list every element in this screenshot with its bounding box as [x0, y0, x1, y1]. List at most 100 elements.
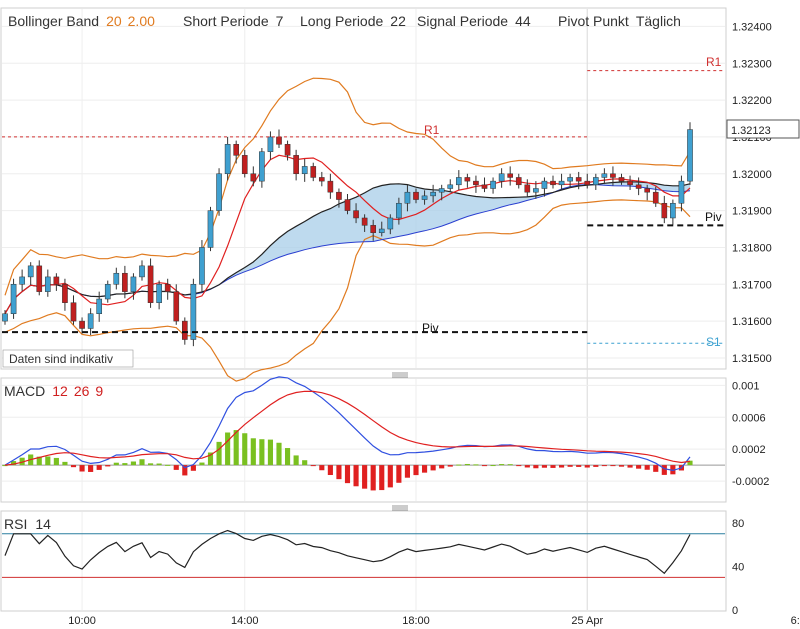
s1-label-day2: S1: [706, 335, 721, 349]
r1-label-day1: R1: [424, 123, 440, 137]
legend-macd[interactable]: MACD 12 26 9: [4, 383, 103, 399]
macd-histogram-bar: [430, 465, 436, 471]
x-tick-label: 10:00: [68, 615, 96, 627]
macd-histogram-bar: [336, 465, 342, 480]
macd-histogram-bar: [618, 465, 625, 467]
macd-histogram-bar: [173, 465, 179, 470]
macd-histogram-bar: [88, 465, 94, 472]
macd-histogram-bar: [319, 465, 325, 471]
macd-histogram-bar: [524, 465, 530, 468]
candle-body: [678, 180, 685, 204]
candle-body: [301, 166, 308, 175]
legend-long-periode[interactable]: Long Periode 22: [300, 13, 406, 29]
legend-short-periode[interactable]: Short Periode 7: [183, 13, 284, 29]
candle-body: [44, 276, 51, 292]
candle-body: [224, 144, 231, 175]
splitter-handle-2[interactable]: [392, 505, 408, 511]
candle-body: [404, 191, 411, 204]
rsi-tick-label: 80: [732, 518, 744, 530]
macd-histogram-bar: [387, 465, 393, 488]
macd-histogram-bar: [370, 465, 376, 491]
candle-body: [558, 180, 565, 186]
splitter-handle-1[interactable]: [392, 372, 408, 378]
macd-histogram-bar: [276, 442, 282, 466]
candle-body: [207, 210, 214, 248]
candle-body: [113, 272, 120, 285]
candle-body: [259, 151, 265, 182]
macd-tick-label: 0.001: [732, 380, 760, 392]
macd-histogram-bar: [567, 465, 573, 467]
price-panel-frame: [0, 7, 727, 370]
macd-histogram-bar: [601, 465, 607, 467]
legend-bollinger[interactable]: Bollinger Band 20 2.00: [8, 13, 155, 29]
candle-body: [36, 265, 43, 292]
candle-body: [447, 184, 454, 189]
macd-tick-label: 0.0002: [732, 444, 766, 456]
macd-histogram-bar: [216, 441, 222, 466]
candle-body: [122, 272, 128, 292]
candle-body: [507, 173, 514, 178]
macd-histogram-bar: [516, 465, 522, 467]
candle-body: [635, 184, 642, 189]
macd-histogram-bar: [593, 465, 599, 467]
rsi-panel-frame: [0, 510, 727, 612]
candle-body: [610, 173, 616, 178]
macd-histogram-bar: [550, 465, 556, 468]
macd-histogram-bar: [122, 463, 128, 466]
r1-label-day2: R1: [706, 55, 722, 69]
macd-histogram-bar: [413, 465, 419, 476]
macd-histogram-bar: [490, 465, 496, 467]
candle-body: [241, 155, 248, 175]
macd-histogram-bar: [447, 465, 453, 467]
legend-pivot-punkt[interactable]: Pivot Punkt Täglich: [558, 13, 681, 29]
candle-body: [173, 291, 180, 322]
candle-body: [627, 180, 633, 186]
macd-histogram-bar: [62, 461, 68, 466]
candle-body: [413, 191, 419, 200]
macd-histogram-bar: [267, 439, 274, 466]
macd-histogram-bar: [302, 460, 308, 466]
macd-histogram-bar: [53, 457, 59, 466]
candle-body: [79, 320, 85, 329]
x-axis-labels: 10:00 14:00 18:00 25 Apr 6:00: [68, 615, 800, 627]
candle-body: [250, 173, 257, 182]
macd-histogram-bar: [190, 465, 196, 471]
candle-body: [96, 298, 103, 314]
candle-body: [87, 313, 94, 329]
macd-histogram-bar: [421, 465, 428, 473]
candle-body: [644, 188, 651, 193]
macd-histogram-bar: [233, 430, 239, 466]
candle-body: [567, 177, 573, 182]
candle-body: [652, 191, 659, 204]
candle-body: [216, 173, 222, 211]
macd-histogram-bar: [379, 465, 385, 491]
rsi-tick-label: 40: [732, 561, 744, 573]
candle-body: [575, 177, 582, 182]
current-price-label: 1.32123: [731, 125, 771, 137]
candle-body: [284, 144, 291, 156]
macd-histogram-bar: [113, 462, 119, 466]
candle-body: [267, 136, 274, 152]
rsi-tick-label: 0: [732, 605, 738, 617]
macd-histogram-bar: [507, 464, 513, 466]
candle-body: [10, 284, 17, 314]
macd-histogram-bar: [344, 465, 351, 484]
x-tick-label: 18:00: [402, 615, 430, 627]
macd-histogram-bar: [610, 465, 616, 467]
candle-body: [336, 191, 342, 200]
candle-body: [344, 199, 351, 211]
price-tick-label: 1.31500: [732, 353, 772, 365]
candle-body: [310, 166, 317, 178]
price-tick-label: 1.31800: [732, 242, 772, 254]
macd-histogram-bar: [404, 465, 411, 478]
candle-body: [361, 217, 368, 226]
macd-histogram-bar: [310, 465, 316, 467]
y-axis-labels: 1.324001.323001.322001.321001.320001.319…: [732, 21, 772, 617]
candle-body: [490, 180, 496, 189]
candle-body: [378, 228, 385, 233]
candle-body: [687, 129, 693, 182]
macd-histogram-bar: [45, 456, 51, 466]
candle-body: [601, 173, 608, 178]
macd-histogram-bar: [541, 465, 548, 468]
macd-histogram-bar: [250, 438, 256, 466]
